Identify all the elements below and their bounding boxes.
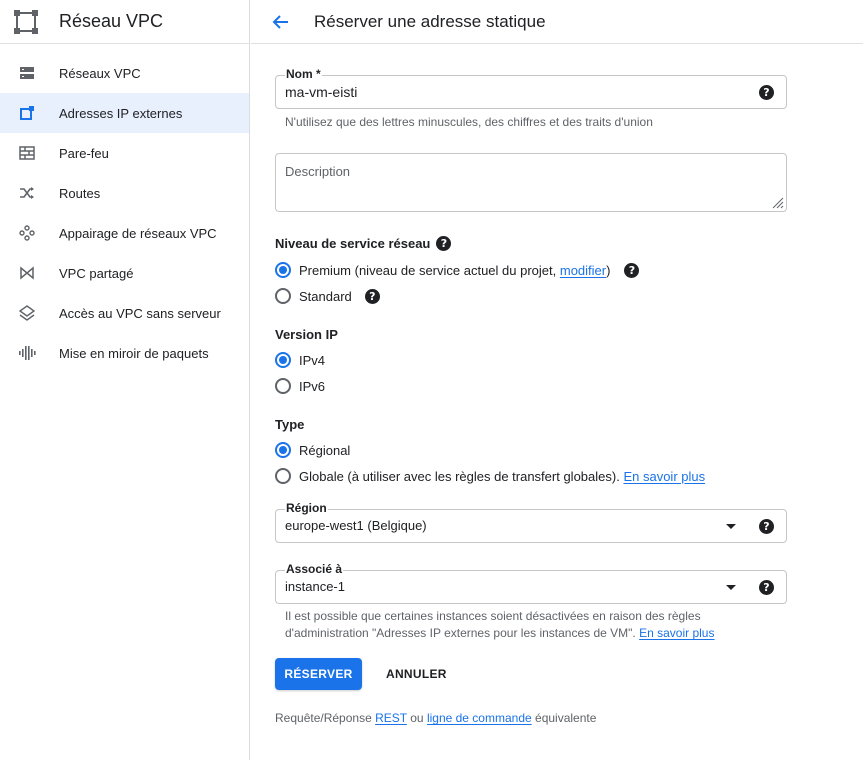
sidebar-item-label: Mise en miroir de paquets (59, 345, 209, 361)
vpc-peering-icon (18, 224, 36, 242)
ip-version-title: Version IP (275, 327, 338, 342)
shared-vpc-icon (18, 264, 36, 282)
equivalent-request-footer: Requête/Réponse REST ou ligne de command… (275, 711, 596, 725)
help-icon[interactable]: ? (364, 288, 380, 304)
packet-mirroring-icon (18, 344, 36, 362)
routes-icon (18, 184, 36, 202)
sidebar-item-firewall[interactable]: Pare-feu (0, 133, 249, 173)
rest-link[interactable]: REST (375, 711, 407, 725)
sidebar-item-label: Accès au VPC sans serveur (59, 305, 221, 321)
attached-to-label: Associé à (285, 562, 344, 576)
resize-handle-icon[interactable] (772, 197, 784, 209)
attached-to-select[interactable]: Associé à instance-1 ? (275, 562, 787, 604)
sidebar-item-serverless-vpc[interactable]: Accès au VPC sans serveur (0, 293, 249, 333)
name-field-value: ma-vm-eisti (285, 84, 358, 100)
standard-radio[interactable] (275, 288, 291, 304)
sidebar: Réseau VPC Réseaux VPC Adresses IP exter… (0, 0, 250, 760)
ipv6-option[interactable]: IPv6 (275, 373, 325, 399)
sidebar-item-label: VPC partagé (59, 265, 134, 281)
ipv4-label: IPv4 (299, 352, 326, 368)
dropdown-arrow-icon[interactable] (726, 585, 736, 590)
sidebar-item-vpc-networks[interactable]: Réseaux VPC (0, 53, 249, 93)
footer-middle: ou (410, 711, 424, 725)
sidebar-item-label: Routes (59, 185, 101, 201)
sidebar-item-routes[interactable]: Routes (0, 173, 249, 213)
network-tier-title-text: Niveau de service réseau (275, 236, 431, 251)
sidebar-item-vpc-peering[interactable]: Appairage de réseaux VPC (0, 213, 249, 253)
form-actions: RÉSERVER ANNULER (275, 658, 447, 690)
sidebar-item-label: Appairage de réseaux VPC (59, 225, 217, 241)
sidebar-nav: Réseaux VPC Adresses IP externes Pare-fe… (0, 53, 249, 373)
sidebar-title: Réseau VPC (59, 11, 164, 31)
network-tier-title: Niveau de service réseau ? (275, 236, 452, 251)
help-icon[interactable]: ? (759, 519, 774, 534)
vpc-networks-icon (18, 64, 36, 82)
premium-label-close: ) (606, 262, 611, 278)
description-placeholder: Description (285, 164, 351, 179)
footer-suffix: équivalente (535, 711, 597, 725)
back-arrow-icon[interactable] (268, 10, 292, 34)
ipv6-radio[interactable] (275, 378, 291, 394)
type-title: Type (275, 417, 305, 432)
ipv6-label: IPv6 (299, 378, 326, 394)
attached-to-hint-line2-text: d'administration "Adresses IP externes p… (285, 626, 636, 640)
premium-label: Premium (niveau de service actuel du pro… (299, 263, 610, 278)
name-hint: N'utilisez que des lettres minuscules, d… (285, 115, 653, 129)
region-select-value: europe-west1 (Belgique) (285, 518, 427, 533)
vpc-network-logo-icon (12, 8, 40, 36)
global-label-text: Globale (à utiliser avec les règles de t… (299, 468, 620, 484)
sidebar-item-external-ip[interactable]: Adresses IP externes (0, 93, 249, 133)
help-icon[interactable]: ? (436, 236, 452, 251)
dropdown-arrow-icon[interactable] (726, 524, 736, 529)
premium-label-text: Premium (niveau de service actuel du pro… (299, 262, 560, 278)
global-option[interactable]: Globale (à utiliser avec les règles de t… (275, 463, 705, 489)
command-line-link[interactable]: ligne de commande (427, 711, 532, 725)
cancel-button[interactable]: ANNULER (386, 667, 447, 681)
modifier-link[interactable]: modifier (560, 263, 606, 278)
help-icon[interactable]: ? (759, 580, 774, 595)
premium-radio[interactable] (275, 262, 291, 278)
attached-to-hint-line2: d'administration "Adresses IP externes p… (285, 625, 714, 642)
global-label: Globale (à utiliser avec les règles de t… (299, 469, 705, 484)
ipv4-radio[interactable] (275, 352, 291, 368)
description-textarea[interactable]: Description (275, 153, 787, 212)
firewall-icon (18, 144, 36, 162)
learn-more-link[interactable]: En savoir plus (639, 626, 714, 640)
sidebar-item-shared-vpc[interactable]: VPC partagé (0, 253, 249, 293)
sidebar-item-label: Réseaux VPC (59, 65, 141, 81)
name-field-label: Nom * (285, 67, 322, 81)
region-select[interactable]: Région europe-west1 (Belgique) ? (275, 501, 787, 543)
name-field[interactable]: Nom * ma-vm-eisti ? (275, 67, 787, 109)
sidebar-brand: Réseau VPC (0, 0, 249, 44)
ipv4-option[interactable]: IPv4 (275, 347, 325, 373)
regional-option[interactable]: Régional (275, 437, 350, 463)
regional-label: Régional (299, 442, 351, 458)
footer-prefix: Requête/Réponse (275, 711, 372, 725)
page-header: Réserver une adresse statique (251, 0, 863, 44)
serverless-vpc-icon (18, 304, 36, 322)
global-radio[interactable] (275, 468, 291, 484)
sidebar-item-label: Adresses IP externes (59, 105, 183, 121)
learn-more-link[interactable]: En savoir plus (623, 469, 705, 484)
reserve-button[interactable]: RÉSERVER (275, 658, 362, 690)
standard-option[interactable]: Standard ? (275, 283, 380, 309)
regional-radio[interactable] (275, 442, 291, 458)
help-icon[interactable]: ? (759, 85, 774, 100)
page-title: Réserver une adresse statique (314, 11, 546, 31)
attached-to-hint-line1: Il est possible que certaines instances … (285, 609, 701, 623)
attached-to-hint: Il est possible que certaines instances … (285, 608, 714, 642)
standard-label: Standard (299, 288, 352, 304)
external-ip-icon (18, 104, 36, 122)
sidebar-item-packet-mirroring[interactable]: Mise en miroir de paquets (0, 333, 249, 373)
premium-option[interactable]: Premium (niveau de service actuel du pro… (275, 257, 640, 283)
help-icon[interactable]: ? (624, 262, 640, 278)
attached-to-value: instance-1 (285, 579, 345, 594)
region-select-label: Région (285, 501, 328, 515)
sidebar-item-label: Pare-feu (59, 145, 109, 161)
